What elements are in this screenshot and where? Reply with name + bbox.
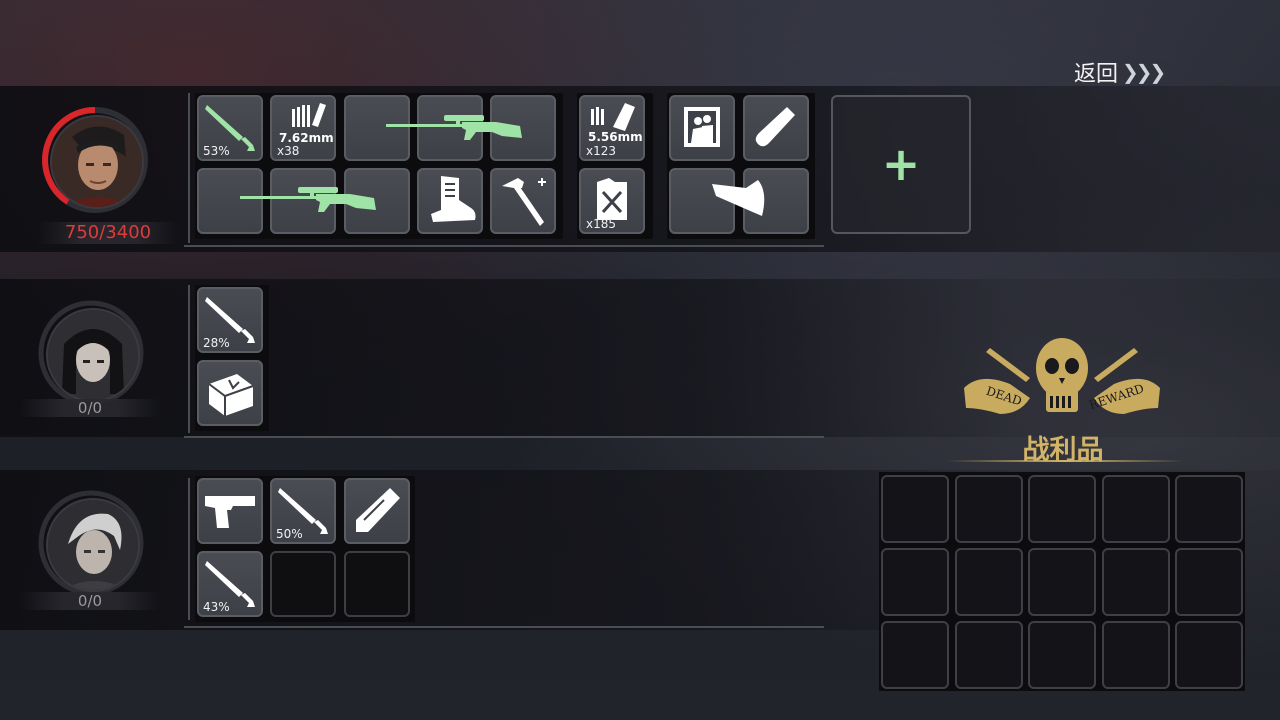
loot-slot[interactable] bbox=[1101, 548, 1170, 616]
banner-right-text: REWARD bbox=[1087, 382, 1145, 410]
durability-text: 43% bbox=[203, 600, 230, 614]
item-count: x185 bbox=[586, 217, 617, 231]
avatar bbox=[50, 115, 144, 209]
svg-text:DEAD: DEAD bbox=[984, 384, 1023, 409]
hp-text: 750/3400 bbox=[38, 222, 178, 244]
row-divider bbox=[184, 436, 824, 438]
boots-icon bbox=[431, 176, 476, 222]
ammo-count: x123 bbox=[586, 144, 617, 158]
ammo-count: x38 bbox=[277, 144, 300, 158]
ammo-caliber: 7.62mm bbox=[279, 131, 334, 145]
sniper-rifle-icon bbox=[240, 187, 376, 212]
inventory-slot[interactable] bbox=[743, 95, 809, 161]
durability-text: 28% bbox=[203, 336, 230, 350]
ammo-caliber: 5.56mm bbox=[588, 130, 643, 144]
inventory-slot[interactable]: 28% bbox=[197, 287, 263, 353]
inventory-slot[interactable] bbox=[344, 478, 410, 544]
loot-slot[interactable] bbox=[1175, 548, 1243, 616]
plus-icon: + bbox=[881, 137, 921, 191]
hp-text: 0/0 bbox=[20, 592, 160, 610]
inventory-slot[interactable]: 53% bbox=[197, 95, 263, 161]
inventory-slot[interactable]: 50% bbox=[270, 478, 336, 544]
loot-slot[interactable] bbox=[1028, 548, 1096, 616]
loot-slot[interactable] bbox=[1175, 621, 1243, 689]
row-bracket bbox=[188, 478, 190, 620]
avatar bbox=[46, 308, 140, 402]
hp-text: 0/0 bbox=[20, 399, 160, 417]
row-bracket bbox=[188, 93, 190, 243]
row-bracket bbox=[188, 285, 190, 433]
inventory-slot[interactable]: 7.62mm x38 bbox=[270, 95, 336, 161]
banner-left-text: DEAD bbox=[984, 384, 1023, 409]
photo-icon bbox=[684, 107, 720, 147]
tube-icon bbox=[356, 488, 400, 532]
back-label: 返回 bbox=[1074, 62, 1119, 87]
inventory-slot[interactable] bbox=[197, 478, 263, 544]
inventory-slot-empty[interactable] bbox=[270, 551, 336, 617]
hammer-icon bbox=[502, 178, 546, 226]
character-1-portrait[interactable] bbox=[40, 105, 150, 215]
svg-text:REWARD: REWARD bbox=[1087, 382, 1145, 410]
pistol-icon bbox=[205, 496, 255, 528]
loot-slot[interactable] bbox=[881, 621, 949, 689]
inventory-slot[interactable]: 5.56mm x123 bbox=[579, 95, 645, 161]
inventory-slot[interactable]: 43% bbox=[197, 551, 263, 617]
row-divider bbox=[184, 245, 824, 247]
loot-slot[interactable] bbox=[954, 548, 1023, 616]
inventory-slot[interactable]: x185 bbox=[579, 168, 645, 234]
inventory-slot[interactable] bbox=[669, 95, 735, 161]
loot-slot[interactable] bbox=[881, 548, 949, 616]
back-button[interactable]: 返回 ❯❯❯ bbox=[1074, 56, 1166, 88]
inventory-slot[interactable] bbox=[197, 360, 263, 426]
loot-divider bbox=[946, 460, 1184, 462]
loot-slot[interactable] bbox=[1028, 621, 1096, 689]
row-divider bbox=[184, 626, 824, 628]
loot-slot[interactable] bbox=[1028, 475, 1096, 543]
character-3-portrait[interactable] bbox=[36, 488, 146, 598]
inventory-slot-empty[interactable] bbox=[344, 551, 410, 617]
inventory-slot[interactable] bbox=[490, 168, 556, 234]
loot-slot[interactable] bbox=[954, 475, 1023, 543]
character-2-portrait[interactable] bbox=[36, 298, 146, 408]
sniper-rifle-icon bbox=[386, 115, 522, 140]
durability-text: 53% bbox=[203, 144, 230, 158]
durability-text: 50% bbox=[276, 527, 303, 541]
add-character-button[interactable]: + bbox=[831, 95, 971, 234]
chevron-right-icon: ❯❯❯ bbox=[1122, 60, 1166, 84]
flashlight-icon bbox=[712, 180, 765, 216]
test-tube-icon bbox=[755, 107, 795, 147]
loot-slot[interactable] bbox=[881, 475, 949, 543]
loot-slot[interactable] bbox=[1101, 475, 1170, 543]
loot-slot[interactable] bbox=[954, 621, 1023, 689]
loot-slot[interactable] bbox=[1175, 475, 1243, 543]
loot-slot[interactable] bbox=[1101, 621, 1170, 689]
avatar bbox=[46, 498, 140, 592]
box-icon bbox=[208, 374, 254, 416]
inventory-slot[interactable] bbox=[417, 168, 483, 234]
